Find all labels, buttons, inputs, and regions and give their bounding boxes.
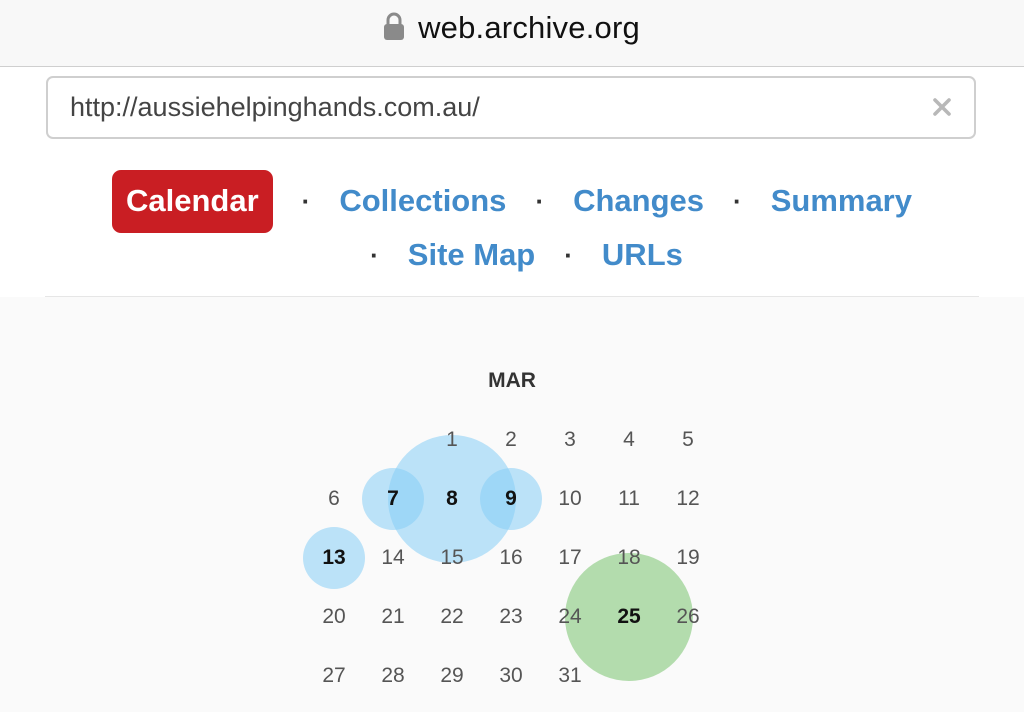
tab-calendar[interactable]: Calendar (112, 169, 273, 233)
calendar-day-16: 16 (499, 546, 523, 569)
calendar-day-17: 17 (558, 546, 582, 569)
calendar-day-24: 24 (558, 605, 582, 628)
calendar-day-15: 15 (440, 546, 464, 569)
clear-button[interactable] (926, 91, 958, 123)
tab-changes[interactable]: Changes (573, 183, 704, 219)
tab-site-map[interactable]: Site Map (408, 237, 535, 273)
url-search-box[interactable] (46, 76, 976, 139)
calendar-day-12: 12 (676, 487, 700, 510)
calendar-day-6: 6 (328, 487, 340, 510)
calendar-day-14: 14 (381, 546, 405, 569)
calendar-day-26: 26 (676, 605, 700, 628)
calendar-day-13[interactable]: 13 (304, 543, 364, 573)
calendar-day-9[interactable]: 9 (481, 484, 541, 514)
nav-separator: · (535, 185, 545, 216)
calendar-day-5: 5 (682, 428, 694, 451)
nav-separator: · (301, 185, 311, 216)
calendar-day-20: 20 (322, 605, 346, 628)
browser-address-bar[interactable]: web.archive.org (0, 0, 1024, 67)
tab-collections[interactable]: Collections (339, 183, 506, 219)
close-icon (933, 98, 951, 116)
calendar-day-1: 1 (446, 428, 458, 451)
calendar-day-18: 18 (617, 546, 641, 569)
nav-separator: · (564, 239, 573, 270)
tab-urls[interactable]: URLs (602, 237, 683, 273)
calendar-day-23: 23 (499, 605, 523, 628)
calendar-day-25[interactable]: 25 (599, 602, 659, 632)
calendar-day-30: 30 (499, 664, 523, 687)
nav-tabs-row-2: · Site Map · URLs (0, 233, 1024, 277)
month-title: MAR (488, 369, 536, 392)
nav-separator: · (733, 185, 742, 216)
calendar-day-10: 10 (558, 487, 582, 510)
calendar-day-22: 22 (440, 605, 464, 628)
calendar-day-27: 27 (322, 664, 346, 687)
tab-summary[interactable]: Summary (771, 183, 912, 219)
calendar-day-7[interactable]: 7 (363, 484, 423, 514)
calendar-day-28: 28 (381, 664, 405, 687)
lock-icon (384, 12, 405, 40)
nav-tabs-row-1: Calendar · Collections · Changes · Summa… (0, 168, 1024, 234)
calendar-day-3: 3 (564, 428, 576, 451)
nav-separator: · (370, 239, 379, 270)
calendar-day-19: 19 (676, 546, 700, 569)
calendar-day-31: 31 (558, 664, 582, 687)
calendar-day-8[interactable]: 8 (422, 484, 482, 514)
wayback-page: Calendar · Collections · Changes · Summa… (0, 67, 1024, 712)
calendar-day-21: 21 (381, 605, 405, 628)
url-input[interactable] (70, 78, 910, 137)
calendar-day-4: 4 (623, 428, 635, 451)
calendar-day-2: 2 (505, 428, 517, 451)
calendar-day-11: 11 (618, 487, 640, 510)
address-display[interactable]: web.archive.org (0, 0, 1024, 56)
domain-text: web.archive.org (418, 10, 640, 45)
calendar-day-29: 29 (440, 664, 464, 687)
